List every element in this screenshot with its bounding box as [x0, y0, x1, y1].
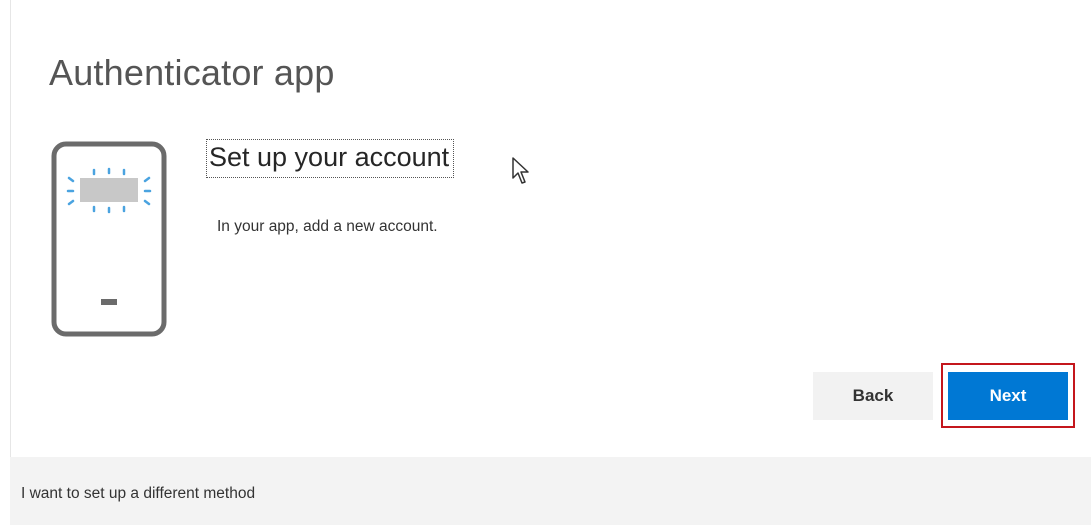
footer-bar: I want to set up a different method [10, 457, 1091, 525]
phone-qr-icon [51, 141, 167, 337]
different-method-link[interactable]: I want to set up a different method [21, 485, 255, 503]
instruction-text: In your app, add a new account. [217, 218, 438, 235]
auth-setup-dialog: Authenticator app Set up your account In… [10, 0, 1091, 525]
mouse-cursor-icon [512, 157, 529, 184]
setup-content: Set up your account [205, 139, 455, 178]
section-heading: Set up your account [205, 139, 455, 178]
page-title: Authenticator app [49, 52, 335, 93]
next-button[interactable]: Next [948, 372, 1068, 420]
back-button[interactable]: Back [813, 372, 933, 420]
